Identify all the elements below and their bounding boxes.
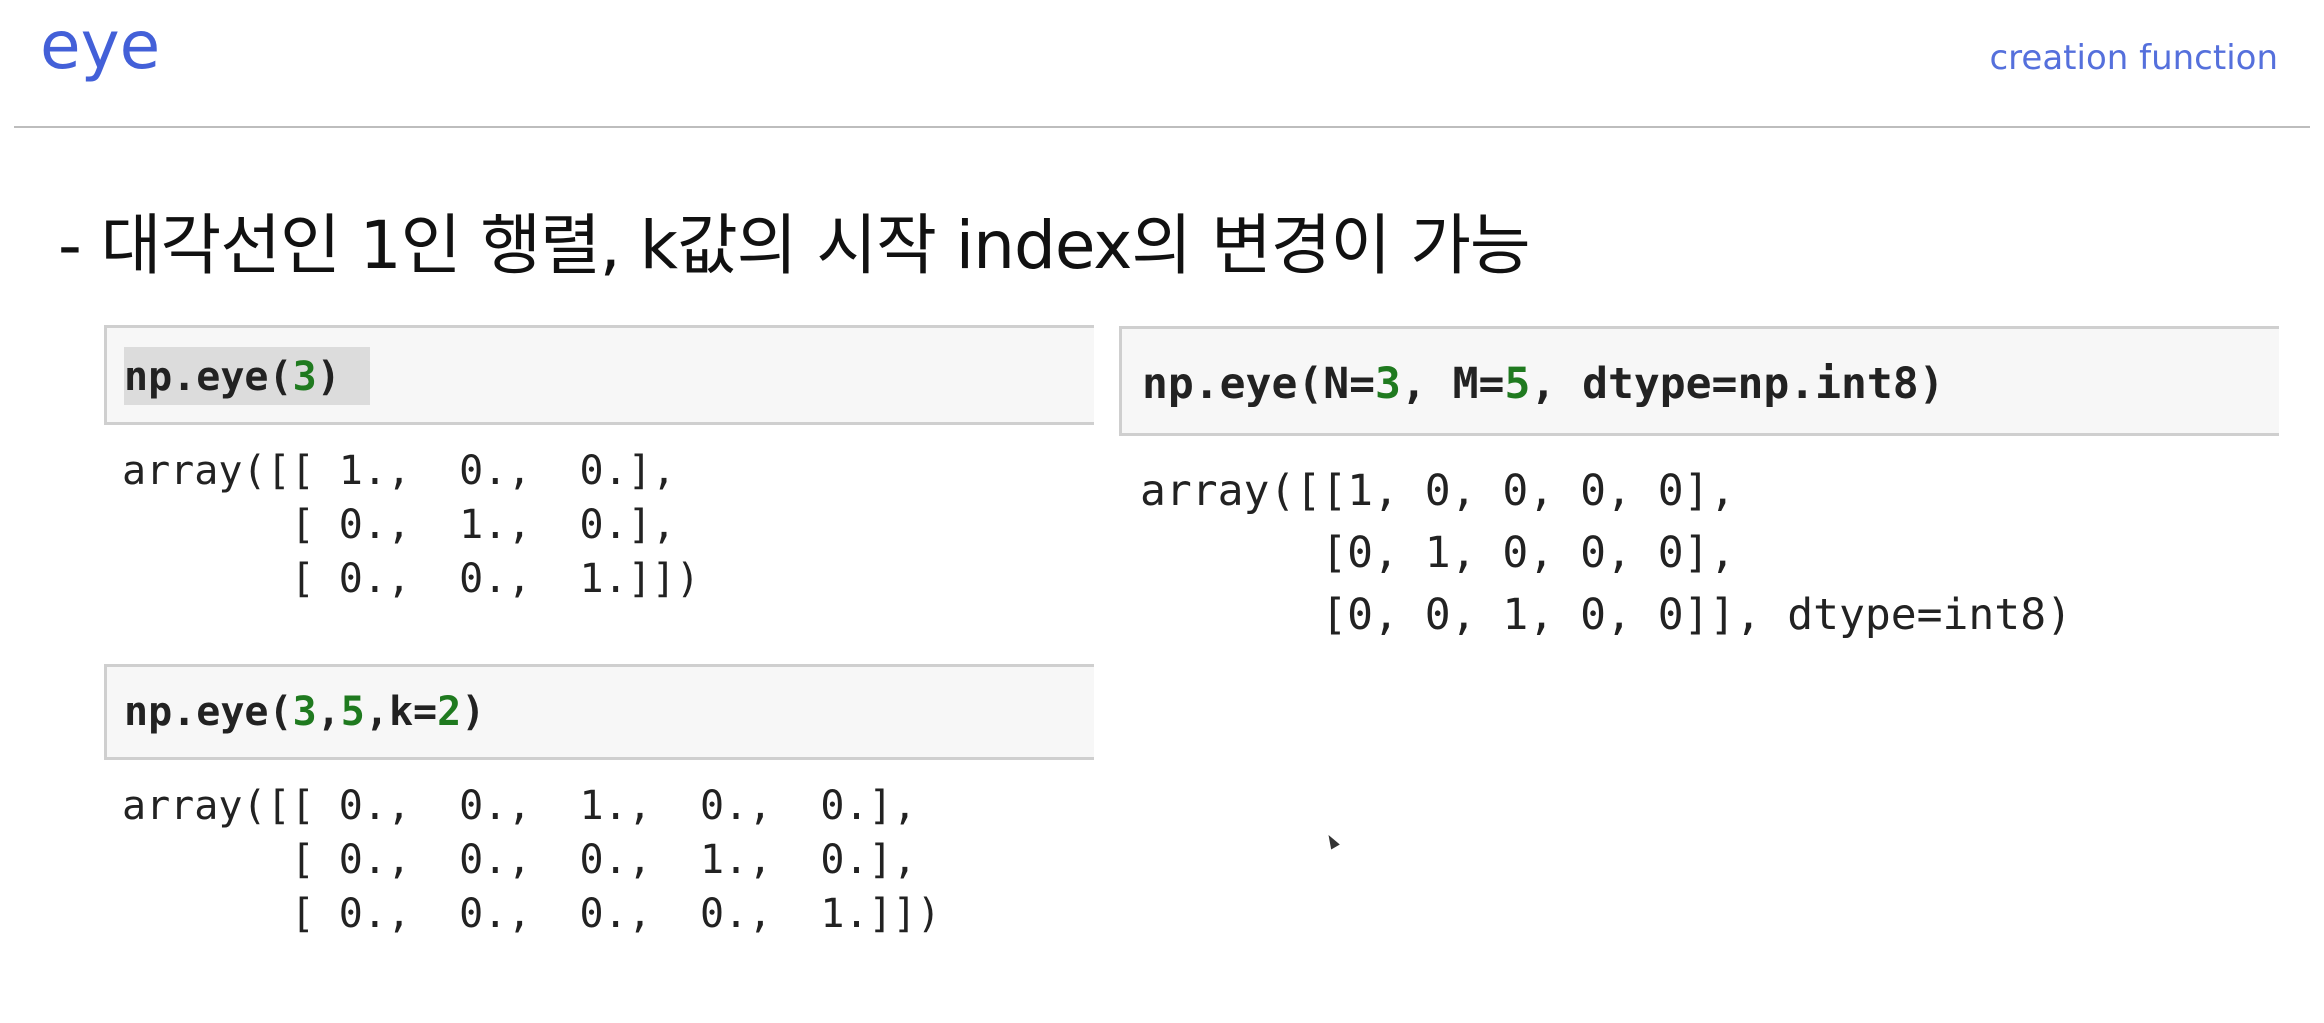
code-input-3: np.eye(N=3, M=5, dtype=np.int8) <box>1142 359 1945 409</box>
code-output-3: array([[1, 0, 0, 0, 0], [0, 1, 0, 0, 0],… <box>1140 466 2072 640</box>
code-input-1: np.eye(3) <box>124 354 341 400</box>
mouse-pointer-icon <box>1324 832 1340 850</box>
code-input-2: np.eye(3,5,k=2) <box>124 689 486 735</box>
bullet-text: - 대각선인 1인 행렬, k값의 시작 index의 변경이 가능 <box>58 207 1531 284</box>
slide-title: eye <box>40 7 161 84</box>
code-output-2: array([[ 0., 0., 1., 0., 0.], [ 0., 0., … <box>122 783 941 937</box>
code-output-1: array([[ 1., 0., 0.], [ 0., 1., 0.], [ 0… <box>122 448 700 602</box>
slide-subtitle: creation function <box>1989 38 2278 78</box>
header-divider <box>14 126 2310 128</box>
